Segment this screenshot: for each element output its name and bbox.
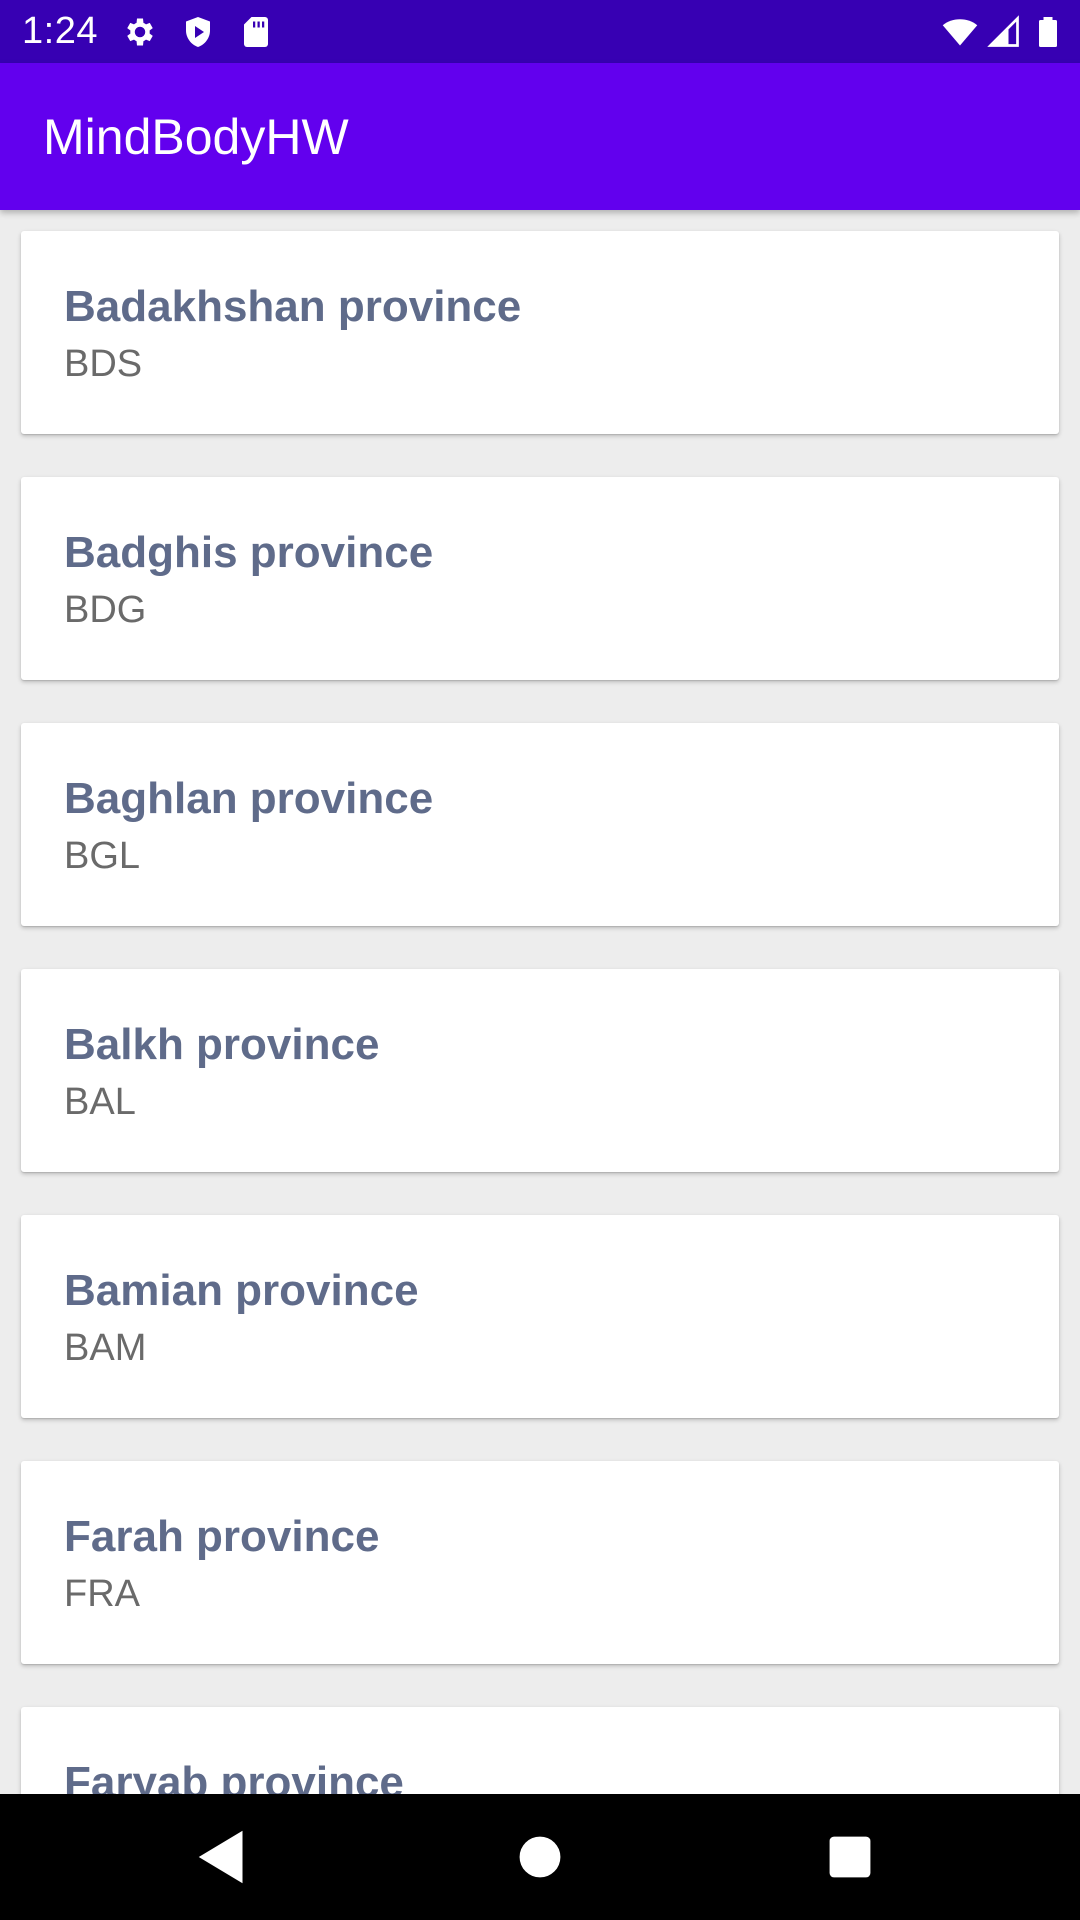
province-list[interactable]: Badakhshan province BDS Badghis province… <box>0 210 1080 1794</box>
province-card[interactable]: Balkh province BAL <box>21 969 1059 1172</box>
status-bar: 1:24 <box>0 0 1080 63</box>
signal-icon <box>987 15 1019 47</box>
province-card[interactable]: Farah province FRA <box>21 1461 1059 1664</box>
shield-play-icon <box>186 17 210 47</box>
province-name: Baghlan province <box>64 774 434 823</box>
app-bar: MindBodyHW <box>0 63 1080 210</box>
province-code: BDG <box>64 589 147 631</box>
home-icon[interactable] <box>505 1822 575 1892</box>
back-icon[interactable] <box>190 1822 260 1892</box>
province-name: Badakhshan province <box>64 282 522 331</box>
app-title: MindBodyHW <box>43 109 349 165</box>
province-code: BGL <box>64 835 141 877</box>
recents-icon[interactable] <box>815 1822 885 1892</box>
province-name: Faryab province <box>64 1758 404 1794</box>
province-card[interactable]: Badghis province BDG <box>21 477 1059 680</box>
navigation-bar <box>0 1794 1080 1920</box>
province-name: Balkh province <box>64 1020 380 1069</box>
province-code: FRA <box>64 1573 140 1615</box>
battery-icon <box>1039 17 1057 47</box>
province-card[interactable]: Bamian province BAM <box>21 1215 1059 1418</box>
province-card[interactable]: Baghlan province BGL <box>21 723 1059 926</box>
province-name: Farah province <box>64 1512 380 1561</box>
gear-icon <box>127 18 153 46</box>
province-code: BAL <box>64 1081 136 1123</box>
province-code: BAM <box>64 1327 147 1369</box>
province-name: Bamian province <box>64 1266 419 1315</box>
wifi-icon <box>942 19 978 46</box>
province-card[interactable]: Faryab province <box>21 1707 1059 1794</box>
province-card[interactable]: Badakhshan province BDS <box>21 231 1059 434</box>
province-code: BDS <box>64 343 143 385</box>
sd-card-icon <box>244 17 268 47</box>
province-name: Badghis province <box>64 528 434 577</box>
status-time: 1:24 <box>22 10 98 52</box>
